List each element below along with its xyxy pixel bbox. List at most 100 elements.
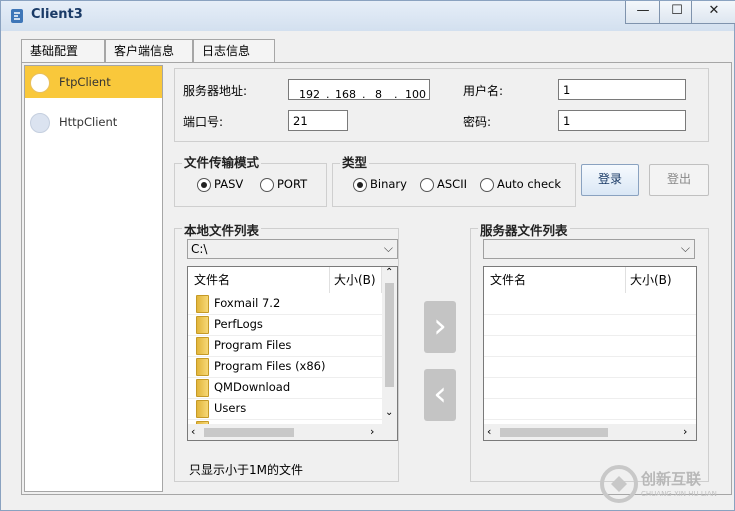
local-path-value: C:\ [191,242,208,256]
password-field[interactable]: 1 [558,110,686,131]
empty-row [484,377,696,399]
http-dot-icon [30,113,50,133]
tab-client-info[interactable]: 客户端信息 [105,39,193,62]
port-label: 端口号: [183,115,224,129]
ftp-dot-icon [30,73,50,93]
ip-octet-3: 8 [375,88,382,101]
scroll-thumb[interactable] [204,428,294,437]
file-row[interactable]: Users [188,398,382,420]
binary-label: Binary [370,177,407,191]
folder-icon [196,295,209,313]
scroll-thumb[interactable] [500,428,608,437]
minimize-icon: — [636,3,650,18]
radio-binary[interactable] [353,178,367,192]
username-field[interactable]: 1 [558,79,686,100]
radio-ascii[interactable] [420,178,434,192]
download-arrow-button[interactable]: ‹ [424,369,456,421]
watermark-logo: 创新互联 CHUANG XIN HU LIAN [597,462,732,506]
client-area: 基础配置 客户端信息 日志信息 HttpClient FtpClient 服务器… [9,33,732,505]
scroll-right-icon[interactable]: › [370,425,374,438]
local-files-group: C:\ ⌵ 文件名 大小(B) Foxmail 7.2 PerfLogs Pro… [174,228,399,482]
close-icon: ✕ [708,3,720,18]
sidebar-item-label: FtpClient [59,75,111,89]
server-ip-field[interactable]: 192 . 168 . 8 . 100 [288,79,430,101]
local-file-list[interactable]: 文件名 大小(B) Foxmail 7.2 PerfLogs Program F… [187,266,398,441]
chevron-down-icon: ⌵ [680,241,690,255]
server-path-dropdown[interactable]: ⌵ [483,239,695,259]
scroll-left-icon[interactable]: ‹ [487,425,491,438]
client3-window: Client3 — ☐ ✕ 基础配置 客户端信息 日志信息 HttpClient [0,0,735,511]
empty-row [484,335,696,357]
title-bar[interactable]: Client3 — ☐ ✕ [1,1,735,31]
server-settings-group: 服务器地址: 192 . 168 . 8 . 100 用户名: 1 端口号: 2… [174,68,709,142]
app-icon [11,9,23,23]
scroll-thumb[interactable] [385,283,394,387]
password-label: 密码: [463,115,492,129]
footer-note: 只显示小于1M的文件 [189,463,303,477]
file-name: Foxmail 7.2 [214,296,281,310]
type-title: 类型 [340,152,370,171]
file-name: QMDownload [214,380,291,394]
close-button[interactable]: ✕ [691,1,735,24]
column-header-size[interactable]: 大小(B) [330,267,382,293]
auto-check-label: Auto check [497,177,562,191]
column-header-filename[interactable]: 文件名 [188,267,330,293]
client-type-list: HttpClient FtpClient [24,65,163,492]
local-path-dropdown[interactable]: C:\ ⌵ [187,239,398,259]
empty-row [484,293,696,315]
file-row[interactable]: PerfLogs [188,314,382,336]
watermark-icon [600,465,638,503]
ip-octet-4: 100 [405,88,426,101]
tab-log-info[interactable]: 日志信息 [193,39,275,62]
upload-arrow-button[interactable]: › [424,301,456,353]
port-field[interactable]: 21 [288,110,348,131]
file-row[interactable]: Foxmail 7.2 [188,293,382,315]
column-header-size[interactable]: 大小(B) [626,267,696,293]
chevron-down-icon: ⌵ [383,241,393,255]
folder-icon [196,379,209,397]
file-row[interactable]: Program Files (x86) [188,356,382,378]
maximize-icon: ☐ [671,3,683,18]
scroll-down-icon[interactable]: ⌄ [385,407,393,418]
minimize-button[interactable]: — [625,1,661,24]
client-info-panel: HttpClient FtpClient 服务器地址: 192 . 168 . … [21,62,732,495]
file-row[interactable]: Program Files [188,335,382,357]
file-name: Program Files (x86) [214,359,326,373]
file-name: PerfLogs [214,317,263,331]
folder-icon [196,316,209,334]
server-file-list[interactable]: 文件名 大小(B) ‹ › [483,266,697,441]
empty-row [484,314,696,336]
folder-icon [196,358,209,376]
radio-pasv[interactable] [197,178,211,192]
maximize-button[interactable]: ☐ [659,1,695,24]
login-button[interactable]: 登录 [581,164,639,196]
scroll-right-icon[interactable]: › [683,425,687,438]
chevron-left-icon: ‹ [433,374,447,414]
local-files-title: 本地文件列表 [182,220,262,239]
sidebar-item-ftpclient[interactable]: FtpClient [25,66,162,98]
logout-button[interactable]: 登出 [649,164,709,196]
column-header-filename[interactable]: 文件名 [484,267,626,293]
sidebar-item-httpclient[interactable]: HttpClient [25,106,162,138]
scroll-left-icon[interactable]: ‹ [191,425,195,438]
ascii-label: ASCII [437,177,467,191]
file-name: Program Files [214,338,292,352]
chevron-right-icon: › [433,306,447,346]
server-horizontal-scrollbar[interactable]: ‹ › [484,424,696,440]
ip-octet-2: 168 [335,88,356,101]
scroll-up-icon[interactable]: ⌃ [385,267,393,278]
username-label: 用户名: [463,84,504,98]
transfer-mode-title: 文件传输模式 [182,152,262,171]
watermark-title: 创新互联 [641,470,702,488]
radio-auto-check[interactable] [480,178,494,192]
server-files-title: 服务器文件列表 [478,220,570,239]
radio-port[interactable] [260,178,274,192]
local-horizontal-scrollbar[interactable]: ‹ › [188,424,397,440]
tab-basic-config[interactable]: 基础配置 [21,39,105,62]
local-vertical-scrollbar[interactable]: ⌃ ⌄ [382,267,397,424]
server-files-group: ⌵ 文件名 大小(B) ‹ › [470,228,709,482]
watermark-subtitle: CHUANG XIN HU LIAN [641,490,717,498]
file-row[interactable]: QMDownload [188,377,382,399]
pasv-label: PASV [214,177,244,191]
port-mode-label: PORT [277,177,308,191]
